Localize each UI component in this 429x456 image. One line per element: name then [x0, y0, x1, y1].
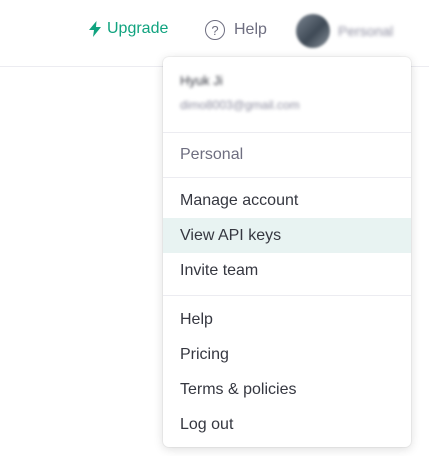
account-dropdown-menu: Hyuk Ji dimo8003@gmail.com Personal Mana… — [163, 57, 411, 447]
question-circle-icon: ? — [205, 20, 225, 40]
menu-item-terms-policies[interactable]: Terms & policies — [163, 372, 411, 407]
user-email: dimo8003@gmail.com — [180, 98, 300, 112]
account-label: Personal — [338, 23, 394, 39]
menu-item-help[interactable]: Help — [163, 302, 411, 337]
user-info: Hyuk Ji dimo8003@gmail.com — [163, 57, 411, 133]
menu-item-log-out[interactable]: Log out — [163, 407, 411, 442]
organization-label: Personal — [180, 146, 244, 163]
help-link[interactable]: ? Help — [205, 20, 267, 40]
help-label: Help — [234, 21, 267, 38]
user-name: Hyuk Ji — [180, 73, 223, 88]
menu-item-manage-account[interactable]: Manage account — [163, 183, 411, 218]
menu-item-view-api-keys[interactable]: View API keys — [163, 218, 411, 253]
menu-item-invite-team[interactable]: Invite team — [163, 253, 411, 288]
avatar — [296, 14, 330, 48]
account-menu-button[interactable]: Personal — [296, 14, 393, 48]
menu-item-pricing[interactable]: Pricing — [163, 337, 411, 372]
upgrade-label: Upgrade — [107, 20, 169, 37]
upgrade-link[interactable]: Upgrade — [89, 20, 168, 38]
menu-divider — [163, 295, 411, 296]
lightning-bolt-icon — [89, 21, 101, 37]
organization-row[interactable]: Personal — [163, 133, 411, 178]
